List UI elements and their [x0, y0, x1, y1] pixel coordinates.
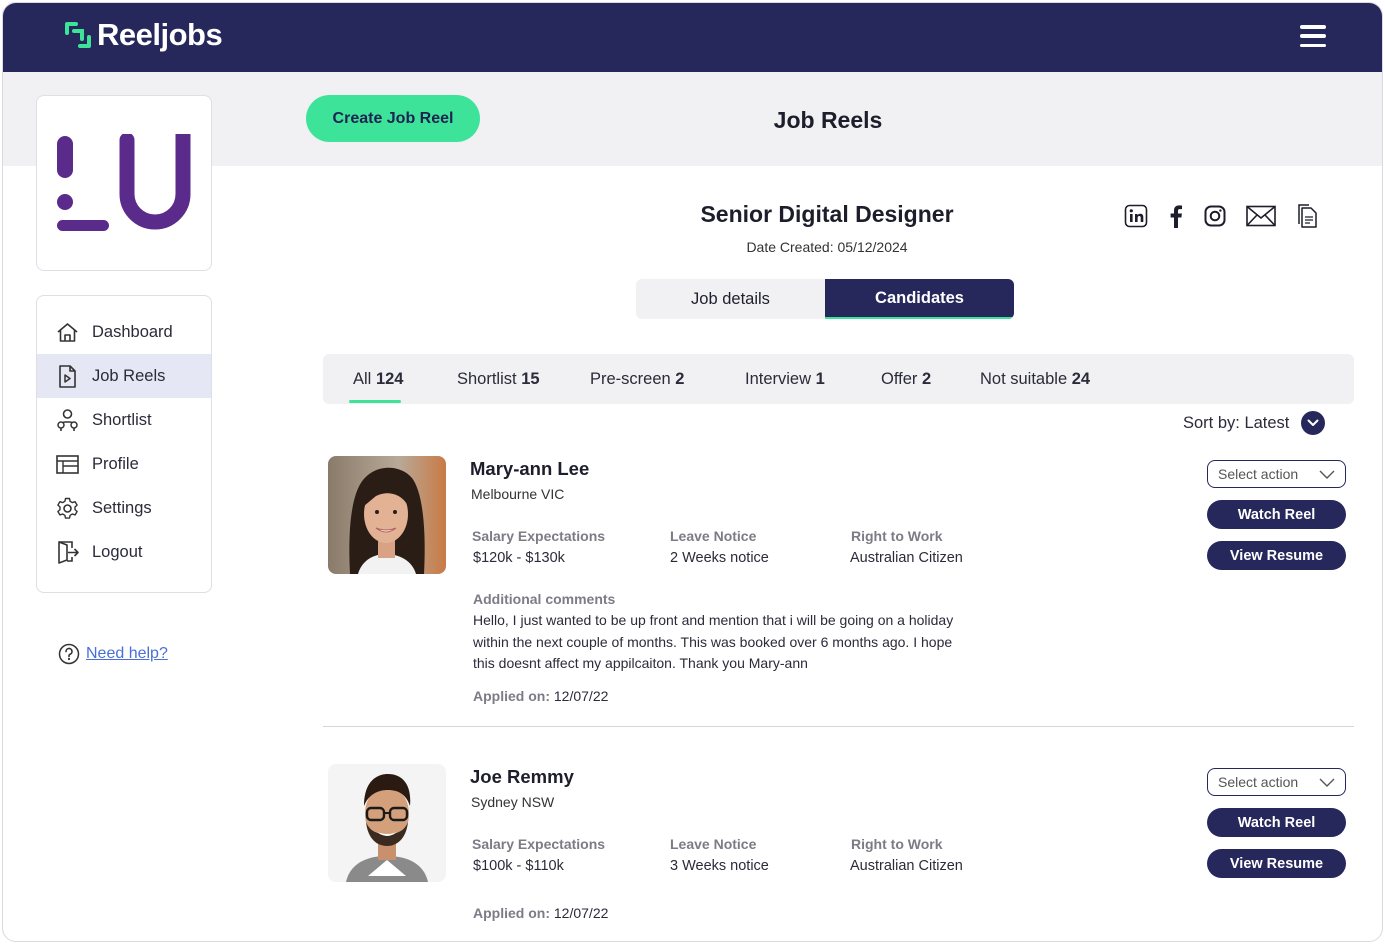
reeljobs-logo[interactable]: Reeljobs [63, 17, 223, 53]
tab-candidates[interactable]: Candidates [825, 279, 1014, 319]
rtw-label: Right to Work [851, 528, 943, 544]
salary-value: $120k - $130k [473, 550, 565, 566]
need-help-link[interactable]: Need help? [86, 645, 168, 663]
view-resume-button[interactable]: View Resume [1207, 541, 1346, 570]
job-date-created: Date Created: 05/12/2024 [746, 239, 908, 255]
candidate-card: Joe Remmy Sydney NSW Salary Expectations… [323, 764, 1354, 934]
filter-shortlist[interactable]: Shortlist 15 [457, 370, 540, 389]
salary-value: $100k - $110k [473, 858, 564, 874]
profile-table-icon [56, 454, 79, 474]
applied-date: Applied on: 12/07/22 [473, 905, 609, 921]
select-action-dropdown[interactable]: Select action [1207, 460, 1346, 488]
filter-interview[interactable]: Interview 1 [745, 370, 825, 389]
notice-label: Leave Notice [670, 528, 757, 544]
sidebar-item-shortlist[interactable]: Shortlist [37, 398, 211, 442]
reeljobs-logo-icon [65, 22, 91, 48]
sidebar-item-label: Profile [92, 454, 139, 473]
sort-dropdown[interactable]: Sort by: Latest [1183, 411, 1326, 435]
sidebar-item-logout[interactable]: Logout [37, 530, 211, 574]
notice-value: 3 Weeks notice [670, 858, 769, 874]
sidebar-item-label: Dashboard [92, 322, 173, 341]
mail-icon[interactable] [1245, 203, 1277, 229]
filter-not-suitable[interactable]: Not suitable 24 [980, 370, 1090, 389]
job-title: Senior Digital Designer [700, 201, 954, 227]
select-action-dropdown[interactable]: Select action [1207, 768, 1346, 796]
salary-label: Salary Expectations [472, 528, 606, 544]
home-icon [57, 322, 78, 342]
candidate-card: Mary-ann Lee Melbourne VIC Salary Expect… [323, 456, 1354, 716]
page-title: Job Reels [773, 107, 883, 133]
tab-job-details[interactable]: Job details [636, 279, 825, 319]
view-resume-button[interactable]: View Resume [1207, 849, 1346, 878]
candidate-status-filters: All 124 Shortlist 15 Pre-screen 2 Interv… [323, 354, 1354, 404]
applied-date: Applied on: 12/07/22 [473, 688, 609, 704]
filter-pre-screen[interactable]: Pre-screen 2 [590, 370, 684, 389]
create-job-reel-button[interactable]: Create Job Reel [306, 95, 480, 142]
company-logo-card [36, 95, 212, 271]
hamburger-icon[interactable] [1300, 25, 1326, 47]
chevron-down-icon [1319, 470, 1335, 479]
watch-reel-button[interactable]: Watch Reel [1207, 808, 1346, 837]
sort-label: Sort by: Latest [1183, 413, 1290, 432]
company-logo-icon [57, 134, 191, 231]
top-bar: Reeljobs [3, 3, 1382, 72]
facebook-icon[interactable] [1166, 203, 1186, 229]
chevron-down-icon [1301, 411, 1326, 435]
chevron-down-icon [1319, 778, 1335, 787]
salary-label: Salary Expectations [472, 836, 606, 852]
sidebar-item-label: Shortlist [92, 410, 152, 429]
notice-value: 2 Weeks notice [670, 550, 769, 566]
gear-icon [57, 497, 78, 519]
instagram-icon[interactable] [1202, 203, 1228, 229]
sidebar-item-dashboard[interactable]: Dashboard [37, 310, 211, 354]
play-document-icon [59, 364, 76, 388]
question-circle-icon [58, 643, 80, 665]
sidebar-item-label: Logout [92, 542, 143, 561]
filter-all[interactable]: All 124 [353, 370, 403, 389]
app-frame: Reeljobs Dashboard Job Reels Shortlist P… [2, 2, 1383, 942]
sidebar-item-profile[interactable]: Profile [37, 442, 211, 486]
comments-label: Additional comments [473, 591, 616, 607]
sidebar-item-settings[interactable]: Settings [37, 486, 211, 530]
candidate-photo [328, 764, 446, 882]
candidate-location: Melbourne VIC [471, 486, 565, 502]
help-link-row: Need help? [58, 643, 168, 665]
copy-document-icon[interactable] [1296, 203, 1320, 229]
rtw-value: Australian Citizen [850, 858, 963, 874]
rtw-value: Australian Citizen [850, 550, 963, 566]
sidebar-item-label: Settings [92, 498, 152, 517]
logout-icon [58, 540, 79, 564]
filter-offer[interactable]: Offer 2 [881, 370, 931, 389]
candidate-name[interactable]: Joe Remmy [470, 766, 574, 788]
active-filter-indicator [349, 400, 401, 403]
watch-reel-button[interactable]: Watch Reel [1207, 500, 1346, 529]
people-icon [57, 408, 78, 431]
linkedin-icon[interactable] [1123, 203, 1149, 229]
candidate-location: Sydney NSW [471, 794, 555, 810]
sidebar-item-label: Job Reels [92, 366, 166, 385]
comment-text: Hello, I just wanted to be up front and … [473, 612, 954, 671]
brand-name: Reeljobs [97, 17, 223, 52]
sidebar-item-job-reels[interactable]: Job Reels [37, 354, 211, 398]
notice-label: Leave Notice [670, 836, 757, 852]
candidate-photo [328, 456, 446, 574]
job-view-toggle: Job details Candidates [636, 279, 1014, 319]
sidebar-nav: Dashboard Job Reels Shortlist Profile Se… [36, 295, 212, 593]
candidate-name[interactable]: Mary-ann Lee [470, 458, 589, 480]
rtw-label: Right to Work [851, 836, 943, 852]
candidate-divider [323, 726, 1354, 727]
